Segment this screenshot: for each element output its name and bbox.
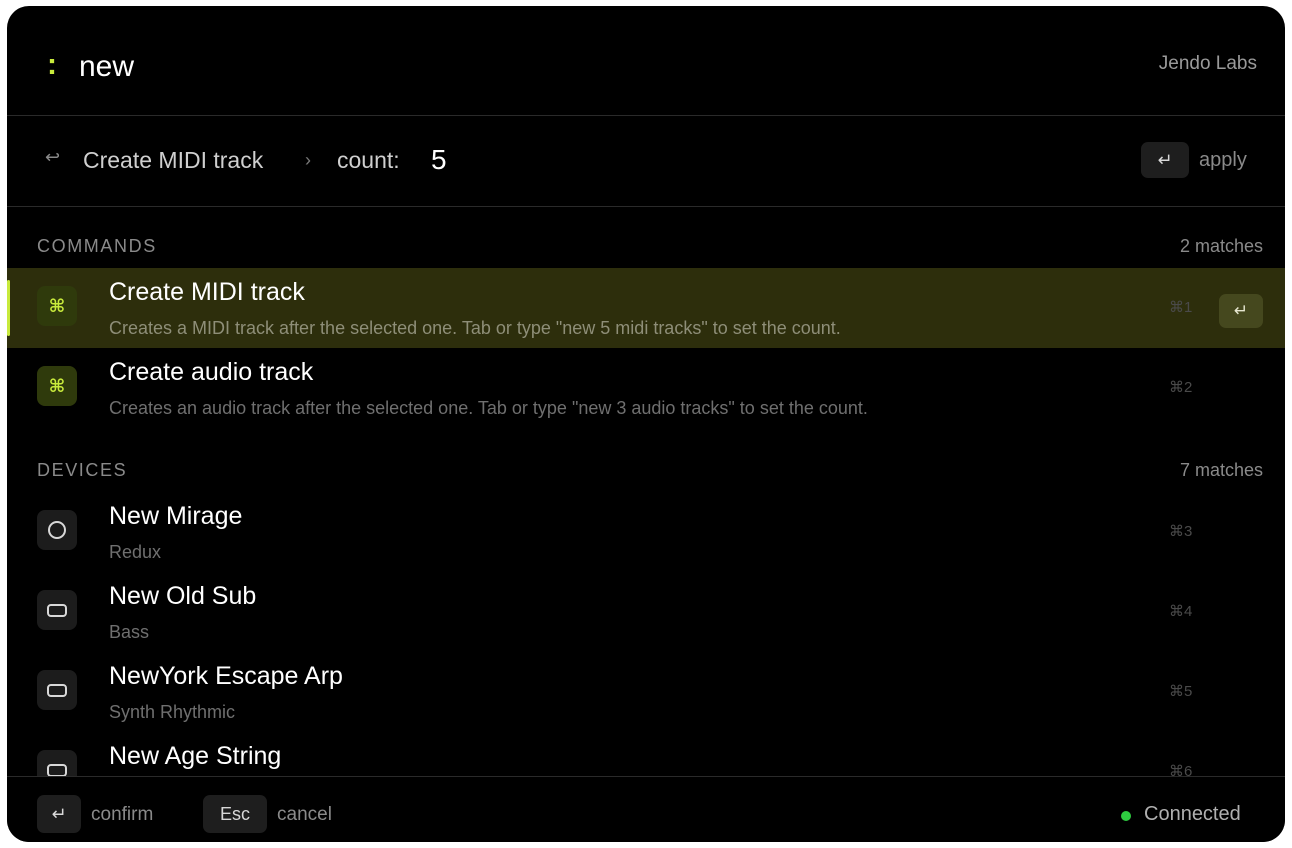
row-title: NewYork Escape Arp	[109, 662, 343, 690]
device-row-new-mirage[interactable]: New Mirage Redux ⌘3	[7, 492, 1285, 572]
rect-device-icon	[37, 670, 77, 710]
count-input[interactable]	[427, 140, 567, 180]
row-shortcut: ⌘1	[1169, 299, 1193, 316]
row-subtitle: Creates an audio track after the selecte…	[109, 398, 868, 418]
row-shortcut: ⌘5	[1169, 683, 1193, 700]
row-title: New Age String	[109, 742, 282, 770]
row-shortcut: ⌘4	[1169, 603, 1193, 620]
cancel-label: cancel	[277, 804, 332, 825]
device-row-newyork-escape-arp[interactable]: NewYork Escape Arp Synth Rhythmic ⌘5	[7, 652, 1285, 732]
row-title: New Mirage	[109, 502, 243, 530]
command-row-create-midi-track[interactable]: ⌘ Create MIDI track Creates a MIDI track…	[7, 268, 1285, 348]
rect-device-icon	[37, 590, 77, 630]
device-row-new-old-sub[interactable]: New Old Sub Bass ⌘4	[7, 572, 1285, 652]
command-icon: ⌘	[37, 366, 77, 406]
section-title-commands: COMMANDS	[37, 236, 157, 256]
palette-header: : new Jendo Labs	[7, 6, 1285, 116]
results-list: COMMANDS 2 matches ⌘ Create MIDI track C…	[7, 208, 1285, 776]
row-subtitle: Redux	[109, 542, 162, 562]
confirm-label: confirm	[91, 804, 154, 825]
row-shortcut: ⌘3	[1169, 523, 1193, 540]
command-row-create-audio-track[interactable]: ⌘ Create audio track Creates an audio tr…	[7, 348, 1285, 428]
rect-device-icon	[37, 750, 77, 776]
row-subtitle: Synth Rhythmic	[109, 702, 236, 722]
prompt-symbol: :	[47, 48, 57, 81]
row-subtitle: Bass	[109, 622, 150, 642]
row-shortcut: ⌘6	[1169, 763, 1193, 776]
chevron-right-icon: ›	[305, 150, 311, 170]
row-shortcut: ⌘2	[1169, 379, 1193, 396]
circle-device-icon	[37, 510, 77, 550]
argument-label: count:	[337, 147, 400, 173]
confirm-key-button[interactable]: ↵	[37, 795, 81, 833]
command-icon: ⌘	[37, 286, 77, 326]
row-title: Create audio track	[109, 358, 314, 386]
command-palette: : new Jendo Labs ↩ Create MIDI track › c…	[7, 6, 1285, 842]
row-title: Create MIDI track	[109, 278, 305, 306]
row-subtitle: Creates a MIDI track after the selected …	[109, 318, 841, 338]
palette-footer: ↵ confirm Esc cancel Connected	[7, 776, 1285, 842]
section-count-devices: 7 matches	[1179, 460, 1263, 480]
argument-command-name: Create MIDI track	[83, 147, 264, 173]
brand-label: Jendo Labs	[1158, 53, 1257, 74]
status-indicator-dot	[1121, 811, 1131, 821]
row-title: New Old Sub	[109, 582, 257, 610]
return-arrow-icon[interactable]: ↩	[45, 147, 60, 168]
apply-label: apply	[1199, 149, 1247, 171]
section-count-commands: 2 matches	[1179, 236, 1263, 256]
connection-status: Connected	[1144, 803, 1241, 825]
device-row-new-age-string[interactable]: New Age String ⌘6	[7, 732, 1285, 776]
escape-key-button[interactable]: Esc	[203, 795, 267, 833]
search-query[interactable]: new	[79, 50, 134, 84]
apply-button[interactable]: ↵	[1141, 142, 1189, 178]
selection-indicator	[7, 280, 10, 336]
enter-key-button[interactable]: ↵	[1219, 294, 1263, 328]
section-title-devices: DEVICES	[37, 460, 128, 480]
argument-bar: ↩ Create MIDI track › count: ↵ apply	[7, 116, 1285, 207]
